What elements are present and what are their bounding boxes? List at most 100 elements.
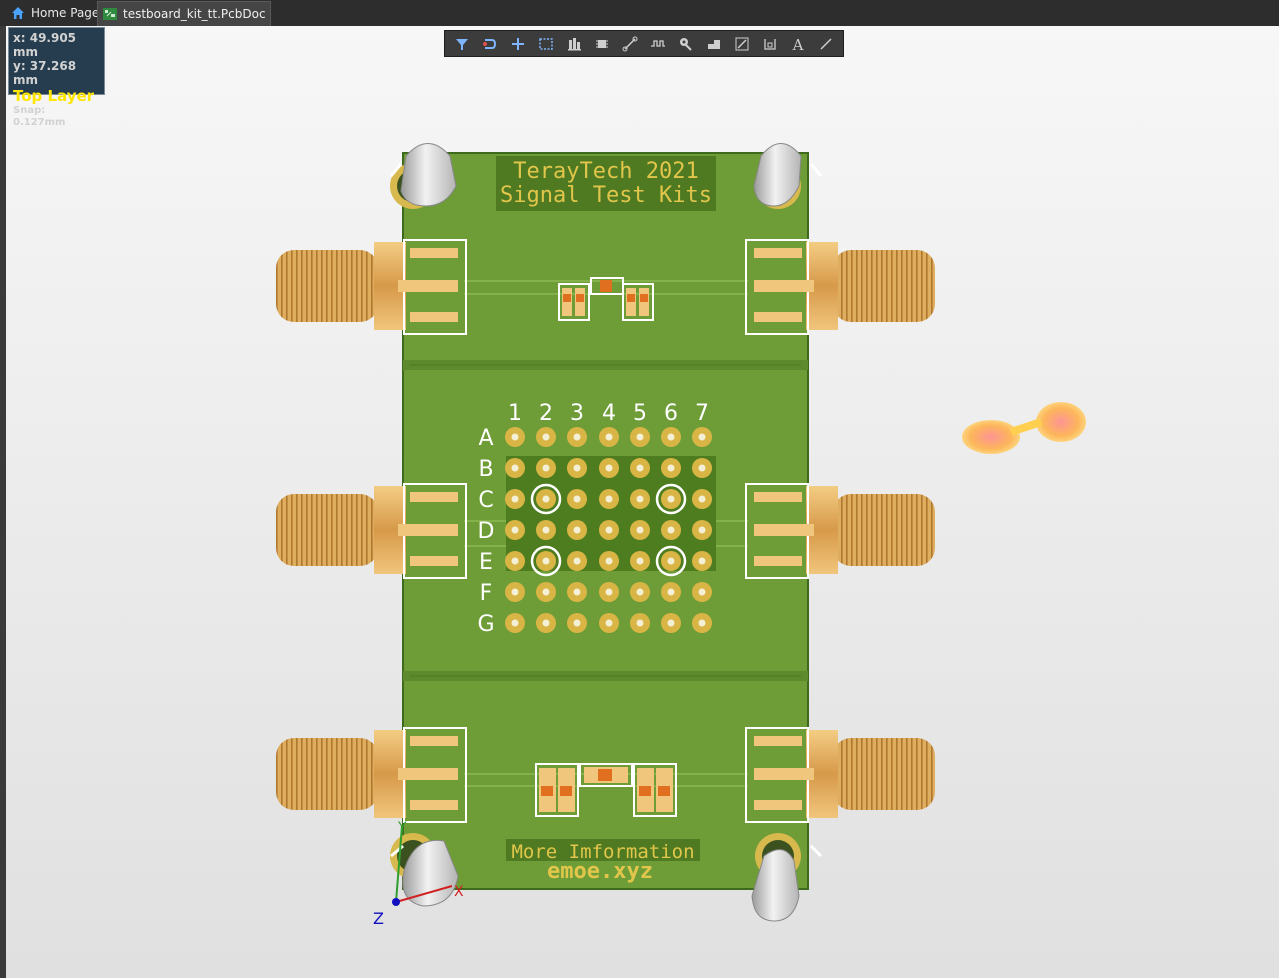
home-icon: [10, 5, 26, 21]
grid-pad-hole: [667, 619, 675, 627]
length-tune-icon[interactable]: [647, 33, 669, 55]
grid-pad-hole: [542, 495, 550, 503]
sma-connector-left-middle: [276, 483, 467, 579]
grid-pad-hole: [542, 588, 550, 596]
axis-y-label: Y: [397, 820, 407, 836]
grid-pad-hole: [511, 433, 519, 441]
axis-z-label: Z: [373, 909, 384, 928]
grid-pad-hole: [605, 619, 613, 627]
grid-pad-hole: [636, 619, 644, 627]
grid-pad-hole: [636, 433, 644, 441]
grid-pad-hole: [605, 557, 613, 565]
svg-text:A: A: [792, 36, 804, 52]
grid-pad-hole: [605, 464, 613, 472]
grid-pad-hole: [698, 526, 706, 534]
active-bar-toolbar: A: [444, 30, 844, 57]
cursor-coordinate-hud: x: 49.905 mm y: 37.268 mm Top Layer Snap…: [8, 27, 105, 128]
row-label-f: F: [480, 581, 493, 606]
grid-pad-hole: [698, 464, 706, 472]
grid-pad-hole: [667, 526, 675, 534]
grid-pad-hole: [573, 588, 581, 596]
grid-pad-hole: [605, 433, 613, 441]
crosshair-icon[interactable]: [507, 33, 529, 55]
grid-pad-hole: [542, 557, 550, 565]
component-icon[interactable]: [591, 33, 613, 55]
grid-pad-hole: [573, 619, 581, 627]
grid-pad-hole: [573, 526, 581, 534]
row-label-b: B: [478, 457, 493, 482]
sma-connector-left-bottom: [276, 727, 467, 823]
grid-pad-hole: [542, 433, 550, 441]
grid-pad-hole: [573, 495, 581, 503]
hud-x-coordinate: x: 49.905 mm: [13, 31, 77, 59]
grid-pad-hole: [573, 557, 581, 565]
keepout-icon[interactable]: [759, 33, 781, 55]
grid-pad-hole: [511, 526, 519, 534]
grid-pad-hole: [511, 557, 519, 565]
dimension-icon[interactable]: [731, 33, 753, 55]
polygon-icon[interactable]: [703, 33, 725, 55]
pcb-3d-render: TerayTech 2021 Signal Test Kits 1 2 3 4 …: [276, 143, 1086, 928]
row-label-d: D: [478, 519, 495, 544]
tab-pcb-document[interactable]: testboard_kit_tt.PcbDoc: [97, 1, 271, 26]
row-label-e: E: [479, 550, 493, 575]
grid-pad-hole: [698, 433, 706, 441]
footer-line2: emoe.xyz: [547, 859, 653, 884]
col-label-2: 2: [539, 401, 553, 426]
select-rect-icon[interactable]: [535, 33, 557, 55]
grid-pad-hole: [698, 495, 706, 503]
interactive-route-icon[interactable]: [619, 33, 641, 55]
grid-pad-hole: [542, 464, 550, 472]
filter-icon[interactable]: [451, 33, 473, 55]
grid-pad-hole: [605, 526, 613, 534]
grid-pad-hole: [511, 464, 519, 472]
grid-pad-hole: [636, 495, 644, 503]
grid-pad-hole: [698, 588, 706, 596]
sma-connector-right-middle: [745, 483, 935, 579]
pcb-3d-viewport[interactable]: TerayTech 2021 Signal Test Kits 1 2 3 4 …: [6, 26, 1279, 978]
col-label-3: 3: [570, 401, 584, 426]
grid-pad-hole: [511, 619, 519, 627]
sma-connector-right-top: [745, 239, 935, 335]
grid-pad-hole: [636, 588, 644, 596]
board-title-line1: TerayTech 2021: [513, 159, 698, 184]
grid-pad-hole: [605, 495, 613, 503]
row-label-c: C: [478, 488, 493, 513]
tab-home-page[interactable]: Home Page: [10, 1, 99, 25]
grid-pad-hole: [667, 464, 675, 472]
grid-pad-hole: [542, 619, 550, 627]
col-label-4: 4: [602, 401, 616, 426]
grid-pad-hole: [511, 495, 519, 503]
grid-pad-hole: [667, 588, 675, 596]
hud-snap-value: Snap: 0.127mm: [13, 105, 66, 128]
grid-pad-hole: [573, 433, 581, 441]
tab-pcb-label: testboard_kit_tt.PcbDoc: [123, 7, 266, 21]
sma-connector-right-bottom: [745, 727, 935, 823]
grid-pad-hole: [511, 588, 519, 596]
sma-connector-left-top: [276, 239, 467, 335]
text-icon[interactable]: A: [787, 33, 809, 55]
hud-current-layer: Top Layer: [13, 87, 95, 105]
grid-pad-hole: [667, 433, 675, 441]
grid-pad-hole: [573, 464, 581, 472]
col-label-5: 5: [633, 401, 647, 426]
3d-navigation-marker: [962, 402, 1086, 454]
board-title-line2: Signal Test Kits: [500, 183, 712, 208]
line-icon[interactable]: [815, 33, 837, 55]
grid-pad-hole: [667, 495, 675, 503]
row-label-g: G: [477, 612, 494, 637]
col-label-7: 7: [695, 401, 709, 426]
route-icon[interactable]: [479, 33, 501, 55]
grid-pad-hole: [667, 557, 675, 565]
grid-pad-hole: [698, 557, 706, 565]
grid-pad-hole: [636, 557, 644, 565]
hud-y-coordinate: y: 37.268 mm: [13, 59, 77, 87]
via-icon[interactable]: [675, 33, 697, 55]
axis-x-label: X: [454, 884, 464, 900]
grid-pad-hole: [698, 619, 706, 627]
grid-pad-hole: [542, 526, 550, 534]
grid-pad-hole: [636, 464, 644, 472]
pcb-document-icon: [102, 6, 118, 22]
grid-pad-hole: [605, 588, 613, 596]
align-icon[interactable]: [563, 33, 585, 55]
